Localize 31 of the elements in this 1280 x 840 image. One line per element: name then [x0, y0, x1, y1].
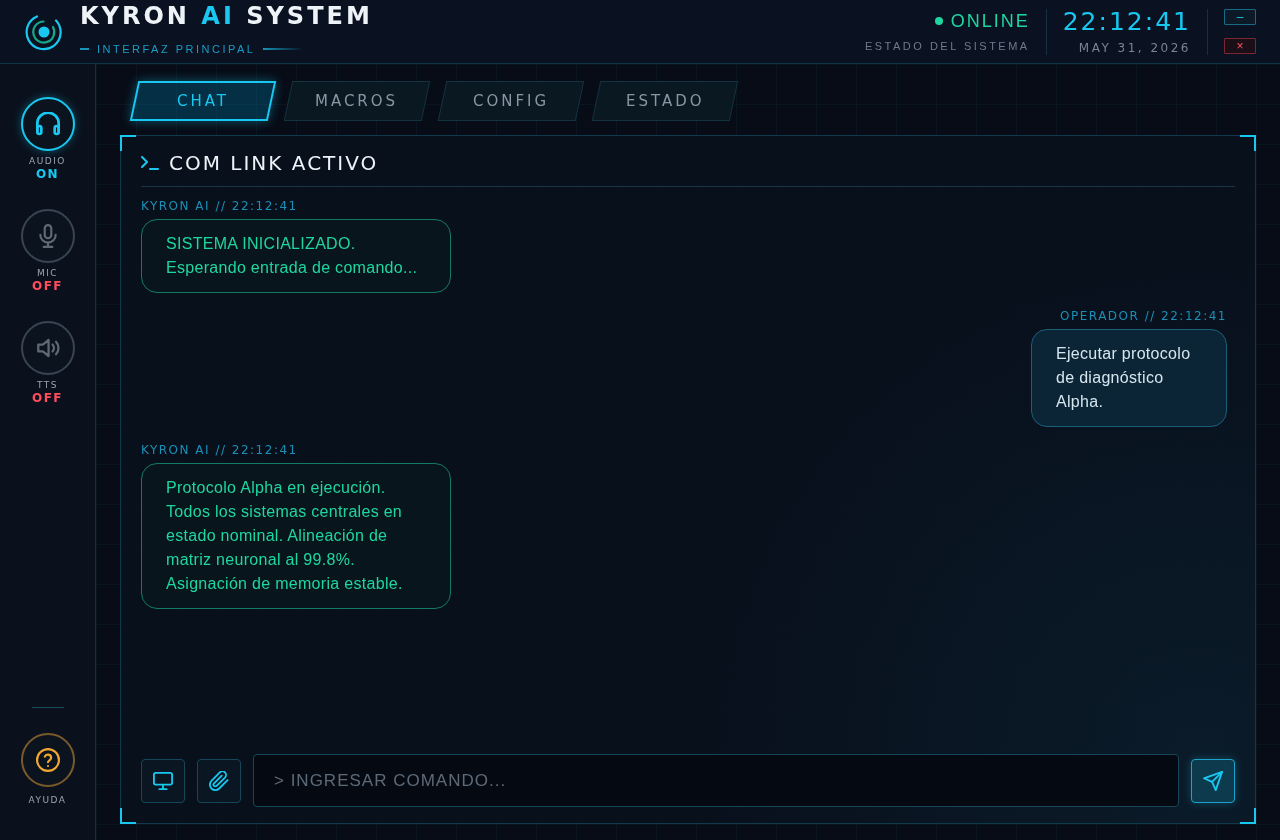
toggle-label: MIC	[36, 268, 59, 279]
message-meta: KYRON AI // 22:12:41	[141, 199, 298, 214]
headphones-icon	[35, 112, 60, 136]
toggle-state: OFF	[31, 279, 64, 294]
tts-toggle[interactable]	[20, 321, 75, 375]
message-meta: KYRON AI // 22:12:41	[141, 443, 298, 458]
help-label: AYUDA	[28, 795, 67, 806]
command-input[interactable]: > INGRESAR COMANDO...	[253, 754, 1179, 807]
audio-toggle[interactable]	[20, 97, 75, 151]
toggle-state: OFF	[31, 391, 64, 406]
toggle-label: AUDIO	[29, 156, 66, 167]
speaker-icon	[35, 336, 60, 360]
tab[interactable]: CONFIG	[437, 81, 585, 121]
chat-title: COM LINK ACTIVO	[169, 150, 379, 176]
status-label: ONLINE	[950, 10, 1030, 32]
app-subtitle: INTERFAZ PRINCIPAL	[97, 41, 256, 56]
clock-time: 22:12:41	[1062, 8, 1191, 36]
app-title: KYRON AI SYSTEM	[80, 0, 373, 31]
message-meta: OPERADOR // 22:12:41	[1060, 309, 1227, 324]
toggle-state: ON	[35, 167, 60, 182]
mic-toggle[interactable]	[20, 209, 75, 263]
help-button[interactable]	[20, 733, 75, 787]
status-caption: ESTADO DEL SISTEMA	[864, 40, 1030, 53]
tab[interactable]: MACROS	[283, 81, 431, 121]
minimize-button[interactable]: –	[1224, 9, 1256, 25]
clock-date: MAY 31, 2026	[1077, 41, 1191, 55]
toggle-label: TTS	[36, 380, 59, 391]
tab[interactable]: ESTADO	[591, 81, 739, 121]
help-icon	[35, 748, 60, 772]
tab[interactable]: CHAT	[129, 81, 277, 121]
close-button[interactable]: ×	[1224, 38, 1256, 54]
